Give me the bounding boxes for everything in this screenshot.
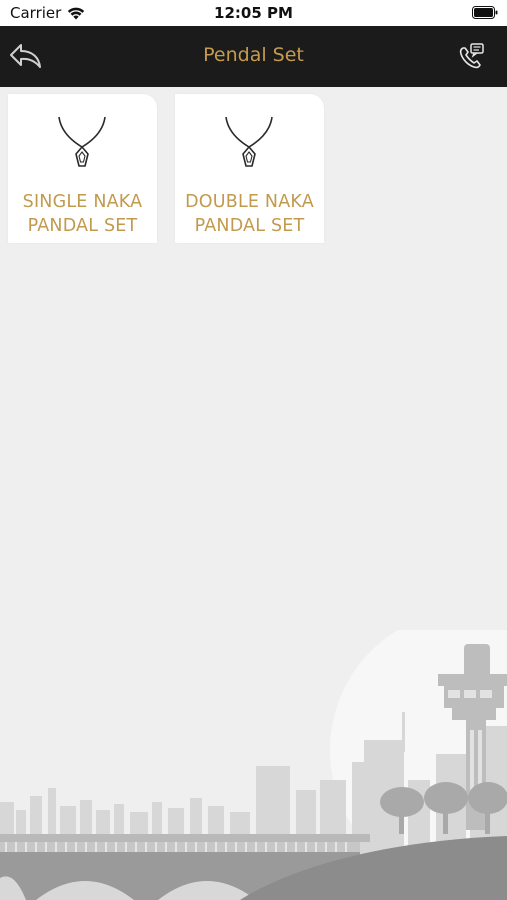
category-label: SINGLE NAKA PANDAL SET (22, 192, 143, 236)
battery-icon (472, 6, 498, 19)
call-button[interactable] (457, 41, 487, 71)
phone-message-icon (459, 43, 484, 69)
page-title: Pendal Set (203, 44, 304, 66)
category-card-single-naka[interactable]: SINGLE NAKA PANDAL SET (8, 94, 157, 243)
status-time: 12:05 PM (214, 4, 293, 22)
status-bar: Carrier 12:05 PM (0, 0, 507, 26)
pendant-necklace-icon (225, 116, 273, 167)
nav-bar: Pendal Set (0, 26, 507, 87)
category-card-double-naka[interactable]: DOUBLE NAKA PANDAL SET (175, 94, 324, 243)
city-skyline-illustration (0, 630, 507, 900)
pendant-necklace-icon (58, 116, 106, 167)
category-label: DOUBLE NAKA PANDAL SET (185, 192, 314, 236)
